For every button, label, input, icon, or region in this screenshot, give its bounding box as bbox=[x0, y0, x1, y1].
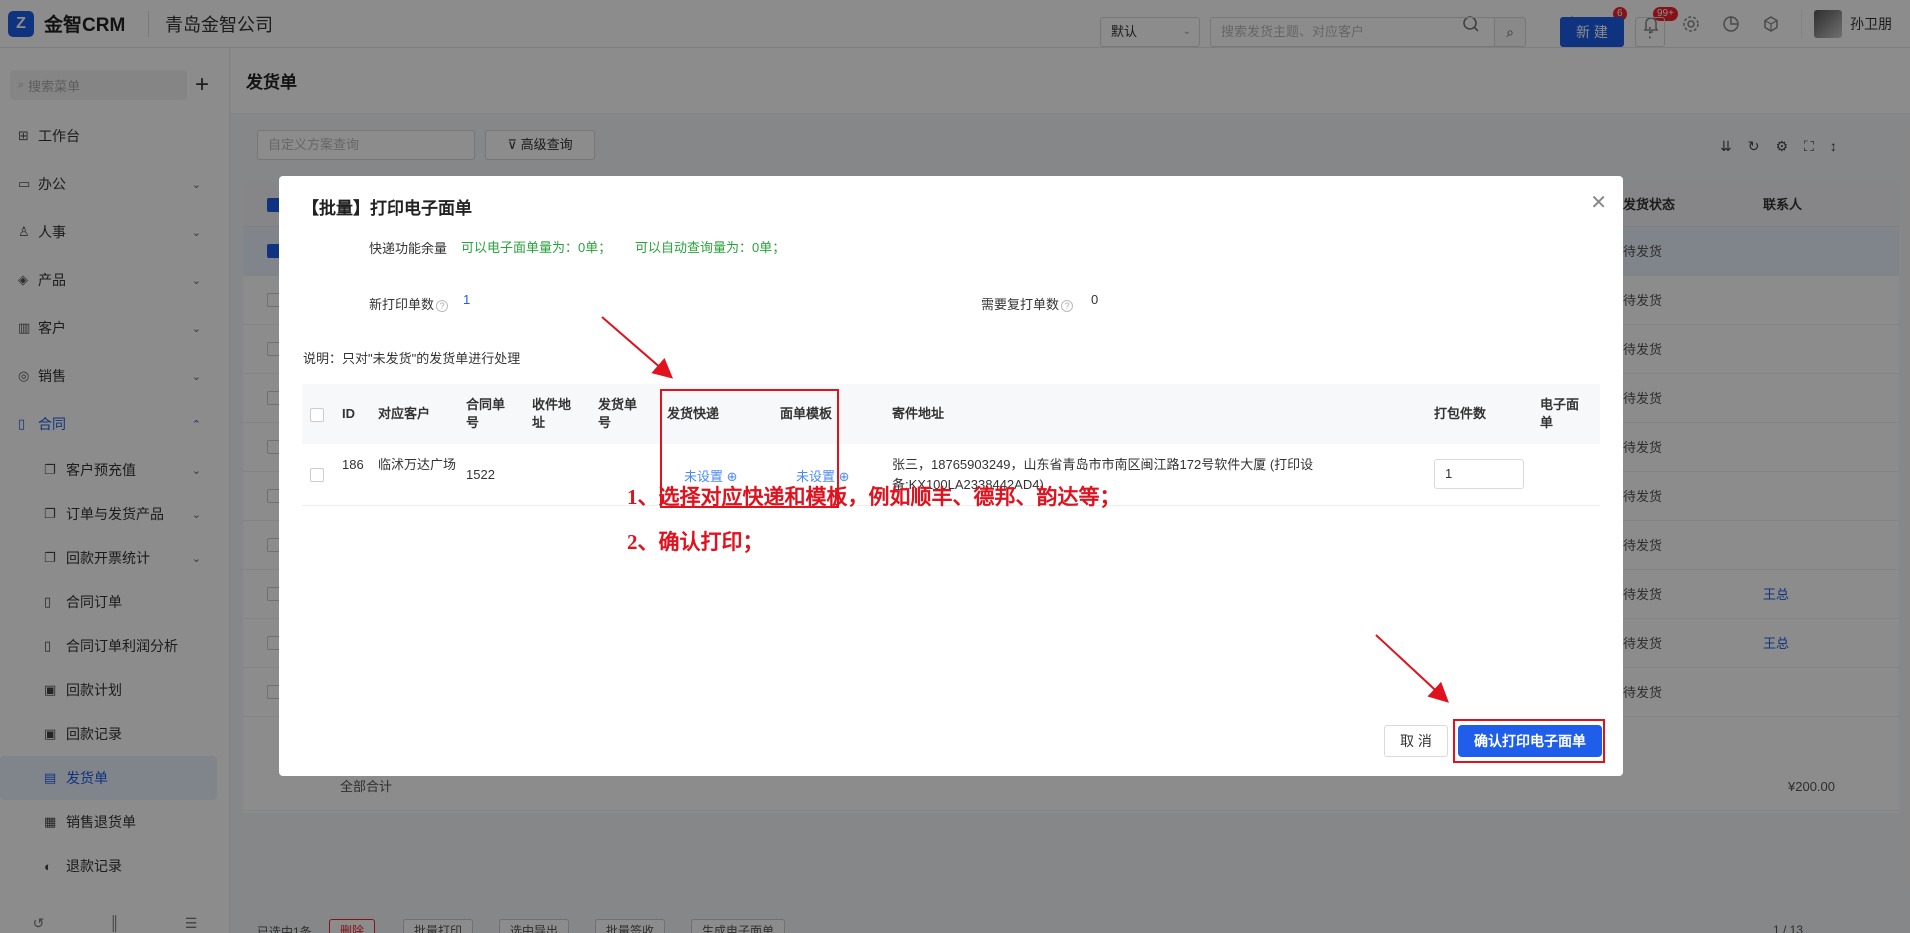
row-customer: 临沭万达广场 bbox=[378, 457, 457, 472]
annotation-highlight-box bbox=[1453, 719, 1605, 763]
column-header-contract-no: 合同单号 bbox=[466, 397, 506, 430]
reprint-label-text: 需要复打单数 bbox=[981, 297, 1060, 312]
print-eorder-dialog: 【批量】打印电子面单 ✕ 快递功能余量 可以电子面单量为：0单； 可以自动查询量… bbox=[279, 176, 1623, 776]
new-print-value: 1 bbox=[463, 292, 471, 307]
help-icon[interactable]: ? bbox=[436, 299, 449, 312]
print-table-header: ID 对应客户 合同单号 收件地址 发货单号 发货快递 面单模板 寄件地址 打包… bbox=[302, 384, 1600, 444]
column-header-ship-no: 发货单号 bbox=[598, 397, 638, 430]
quota-eorder: 可以电子面单量为：0单； bbox=[461, 240, 612, 255]
processing-note: 说明：只对"未发货"的发货单进行处理 bbox=[303, 351, 521, 366]
column-header-eorder: 电子面单 bbox=[1540, 397, 1580, 430]
package-count-input[interactable]: 1 bbox=[1434, 459, 1524, 489]
dialog-title: 【批量】打印电子面单 bbox=[302, 199, 472, 218]
new-print-label-text: 新打印单数 bbox=[369, 297, 435, 312]
reprint-label: 需要复打单数? bbox=[981, 294, 1074, 313]
row-contract-no: 1522 bbox=[466, 467, 495, 482]
cancel-button[interactable]: 取 消 bbox=[1384, 725, 1448, 757]
column-header-recv-addr: 收件地址 bbox=[532, 397, 572, 430]
column-header-customer: 对应客户 bbox=[378, 406, 431, 421]
help-icon[interactable]: ? bbox=[1061, 299, 1074, 312]
new-print-label: 新打印单数? bbox=[369, 294, 449, 313]
close-icon[interactable]: ✕ bbox=[1590, 190, 1607, 215]
column-header-id: ID bbox=[342, 406, 355, 421]
quota-label: 快递功能余量 bbox=[369, 241, 448, 256]
column-header-sender-addr: 寄件地址 bbox=[892, 406, 945, 421]
instruction-step-1: 1、选择对应快递和模板，例如顺丰、德邦、韵达等； bbox=[627, 485, 1121, 509]
instruction-step-2: 2、确认打印； bbox=[627, 530, 764, 554]
row-checkbox[interactable] bbox=[310, 468, 324, 482]
reprint-value: 0 bbox=[1091, 292, 1099, 307]
row-id: 186 bbox=[342, 457, 364, 472]
quota-query: 可以自动查询量为：0单； bbox=[635, 240, 786, 255]
column-header-packages: 打包件数 bbox=[1434, 406, 1487, 421]
select-all-checkbox[interactable] bbox=[310, 408, 324, 422]
